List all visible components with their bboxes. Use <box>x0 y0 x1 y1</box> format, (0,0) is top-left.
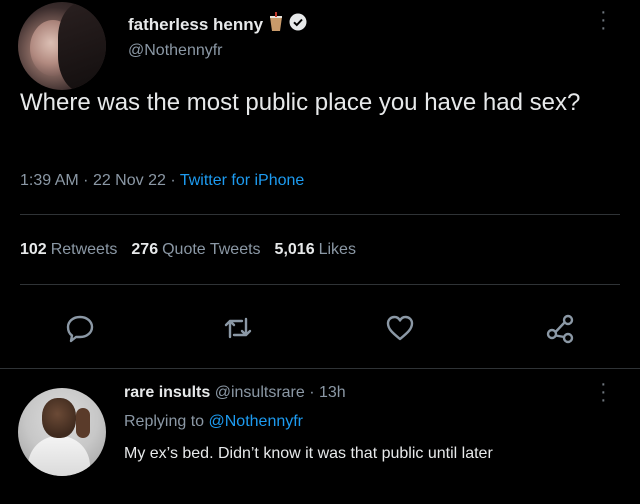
author-display-name[interactable]: fatherless henny <box>128 15 263 35</box>
retweets-stat[interactable]: 102 Retweets <box>20 241 117 259</box>
likes-label: Likes <box>318 241 356 258</box>
meta-separator: · <box>170 172 176 189</box>
divider <box>0 368 640 369</box>
quote-tweets-stat[interactable]: 276 Quote Tweets <box>131 241 260 259</box>
divider <box>20 284 620 285</box>
more-vertical-icon[interactable]: · · · <box>600 374 607 410</box>
quote-tweets-count: 276 <box>131 241 159 258</box>
replying-label: Replying to <box>124 413 205 430</box>
share-icon[interactable] <box>544 312 576 344</box>
likes-stat[interactable]: 5,016 Likes <box>275 241 356 259</box>
reply-author-avatar[interactable] <box>18 388 106 476</box>
tweet-source-link[interactable]: Twitter for iPhone <box>180 172 305 189</box>
reply-author-handle[interactable]: @insultsrare <box>215 384 305 401</box>
avatar-head <box>42 398 76 438</box>
avatar-body <box>28 436 90 476</box>
replying-to-handle[interactable]: @Nothennyfr <box>209 413 304 430</box>
quote-tweets-label: Quote Tweets <box>162 241 261 258</box>
retweets-label: Retweets <box>50 241 118 258</box>
reply-separator: · <box>309 384 315 401</box>
tweet-stats: 102 Retweets 276 Quote Tweets 5,016 Likes <box>20 241 356 259</box>
tweet-meta: 1:39 AM · 22 Nov 22 · Twitter for iPhone <box>20 172 304 190</box>
replying-to-line: Replying to @Nothennyfr <box>124 413 303 431</box>
retweet-icon[interactable] <box>222 312 254 344</box>
avatar-hair <box>58 2 106 90</box>
like-icon[interactable] <box>384 312 416 344</box>
tweet-time[interactable]: 1:39 AM <box>20 172 79 189</box>
reply-age[interactable]: 13h <box>319 384 346 401</box>
tweet-text: Where was the most public place you have… <box>20 89 581 116</box>
tweet-date[interactable]: 22 Nov 22 <box>93 172 166 189</box>
reply-text: My ex’s bed. Didn’t know it was that pub… <box>124 445 493 462</box>
meta-separator: · <box>83 172 89 189</box>
reply-header: rare insults @insultsrare · 13h <box>124 384 346 402</box>
author-name-row: fatherless henny <box>128 12 307 37</box>
verified-badge-icon <box>289 13 307 36</box>
reply-author-name[interactable]: rare insults <box>124 384 210 401</box>
cup-emoji-icon <box>267 12 285 37</box>
retweets-count: 102 <box>20 241 47 258</box>
more-vertical-icon[interactable]: · · · <box>600 2 607 38</box>
likes-count: 5,016 <box>274 241 315 258</box>
avatar-hand <box>76 408 90 438</box>
author-avatar[interactable] <box>18 2 106 90</box>
divider <box>20 214 620 215</box>
author-handle[interactable]: @Nothennyfr <box>128 42 223 60</box>
reply-icon[interactable] <box>64 312 96 344</box>
